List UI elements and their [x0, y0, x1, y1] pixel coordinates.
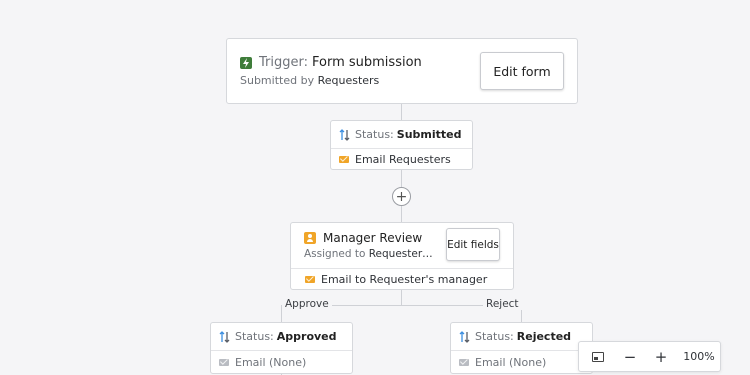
trigger-name: Form submission: [312, 55, 422, 70]
status-value: Submitted: [396, 128, 462, 141]
connector-status-to-add: [401, 170, 402, 187]
mail-icon: [458, 356, 470, 368]
add-icon: +: [395, 188, 408, 205]
status-approved-card[interactable]: Status: Approved Email (None): [210, 322, 353, 374]
manager-review-card[interactable]: Manager Review Assigned to Requester's m…: [290, 222, 514, 290]
zoom-out-icon: −: [623, 347, 637, 366]
connector-trigger-to-status: [401, 104, 402, 120]
status-rejected-card[interactable]: Status: Rejected Email (None): [450, 322, 593, 374]
review-header: Manager Review Assigned to Requester's m…: [291, 223, 513, 269]
assigned-prefix: Assigned to: [304, 248, 366, 260]
status-row: Status: Rejected: [451, 323, 592, 351]
status-row: Status: Submitted: [331, 121, 472, 149]
status-arrows-icon: [458, 330, 470, 343]
mail-icon: [304, 274, 316, 286]
status-value: Rejected: [516, 330, 572, 343]
zoom-out-button[interactable]: −: [617, 348, 643, 366]
mail-icon: [218, 356, 230, 368]
action-label: Email (None): [475, 355, 547, 369]
submitted-by-value: Requesters: [317, 74, 380, 87]
status-submitted-card[interactable]: Status: Submitted Email Requesters: [330, 120, 473, 170]
status-prefix: Status:: [355, 128, 394, 141]
action-label: Email Requesters: [355, 152, 451, 166]
minimap-toggle-button[interactable]: [579, 351, 617, 362]
reject-branch-label: Reject: [483, 298, 522, 310]
action-row: Email Requesters: [331, 149, 472, 169]
approve-branch-label: Approve: [282, 298, 332, 310]
trigger-prefix: Trigger:: [259, 55, 308, 70]
zoom-in-button[interactable]: +: [643, 348, 679, 366]
edit-fields-button[interactable]: Edit fields: [446, 228, 500, 261]
trigger-card[interactable]: Trigger: Form submission Submitted by Re…: [226, 38, 578, 104]
action-label: Email (None): [235, 355, 307, 369]
review-action-row: Email to Requester's manager: [304, 273, 487, 286]
assigned-value: Requester's m...: [368, 248, 434, 260]
flash-icon: [240, 56, 252, 69]
user-icon: [304, 232, 316, 244]
status-arrows-icon: [218, 330, 230, 343]
zoom-in-icon: +: [654, 347, 668, 366]
review-title-text: Manager Review: [323, 231, 423, 245]
review-title: Manager Review: [304, 231, 422, 245]
action-row: Email (None): [451, 351, 592, 373]
status-arrows-icon: [338, 128, 350, 141]
trigger-title: Trigger: Form submission: [240, 55, 422, 70]
status-prefix: Status:: [475, 330, 514, 343]
zoom-level: 100%: [683, 350, 715, 363]
workflow-canvas: Trigger: Form submission Submitted by Re…: [0, 0, 750, 375]
status-prefix: Status:: [235, 330, 274, 343]
zoom-controls: − + 100%: [578, 341, 721, 372]
mail-icon: [338, 153, 350, 165]
minimap-icon: [592, 351, 604, 362]
trigger-subtitle: Submitted by Requesters: [240, 74, 379, 87]
review-action-label: Email to Requester's manager: [321, 273, 488, 286]
status-row: Status: Approved: [211, 323, 352, 351]
action-row: Email (None): [211, 351, 352, 373]
edit-form-button[interactable]: Edit form: [480, 52, 564, 90]
status-value: Approved: [276, 330, 337, 343]
connector-add-to-review: [401, 206, 402, 222]
connector-review-down: [401, 290, 402, 305]
review-assigned: Assigned to Requester's m...: [304, 248, 434, 260]
submitted-by-prefix: Submitted by: [240, 74, 315, 87]
add-step-button[interactable]: +: [392, 187, 411, 206]
